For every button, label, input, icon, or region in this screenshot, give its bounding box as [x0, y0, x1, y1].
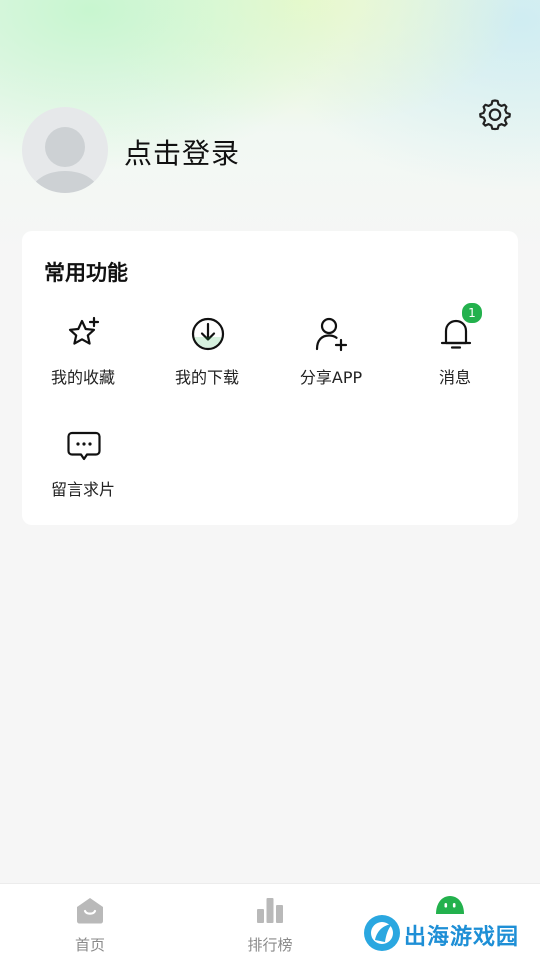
feature-label: 留言求片: [50, 480, 115, 499]
feature-label: 我的下载: [174, 368, 239, 387]
nav-label: 排行榜: [247, 936, 293, 954]
avatar[interactable]: [22, 107, 108, 193]
notification-badge: 1: [461, 302, 483, 324]
section-title: 常用功能: [44, 261, 128, 285]
login-link[interactable]: 点击登录: [124, 132, 240, 172]
feature-request-film[interactable]: 留言求片: [22, 428, 146, 518]
default-avatar-icon: [31, 127, 99, 193]
chat-bubble-icon: [67, 431, 101, 461]
watermark-logo-icon: [364, 915, 400, 951]
watermark: 出海游戏园: [362, 913, 522, 953]
nav-home[interactable]: 首页: [0, 884, 180, 961]
download-circle-icon: [191, 317, 225, 351]
feature-share-app[interactable]: 分享APP: [270, 316, 394, 406]
nav-label: 首页: [74, 936, 105, 954]
common-functions-card: 常用功能 我的收藏 我的下载 分享APP 1 消息 留言求片: [22, 231, 518, 525]
feature-label: 我的收藏: [50, 368, 115, 387]
settings-button[interactable]: [476, 95, 514, 133]
feature-label: 分享APP: [299, 368, 363, 387]
watermark-text: 出海游戏园: [404, 925, 520, 950]
home-icon: [77, 898, 103, 924]
gear-icon: [479, 99, 511, 131]
add-user-icon: [315, 317, 348, 352]
feature-downloads[interactable]: 我的下载: [146, 316, 270, 406]
nav-ranking[interactable]: 排行榜: [180, 884, 360, 961]
bar-chart-icon: [257, 898, 283, 923]
star-sparkle-icon: [68, 316, 100, 345]
mascot-icon: [436, 896, 464, 914]
feature-label: 消息: [438, 368, 471, 387]
feature-messages[interactable]: 1 消息: [394, 302, 518, 406]
feature-favorites[interactable]: 我的收藏: [22, 316, 146, 406]
